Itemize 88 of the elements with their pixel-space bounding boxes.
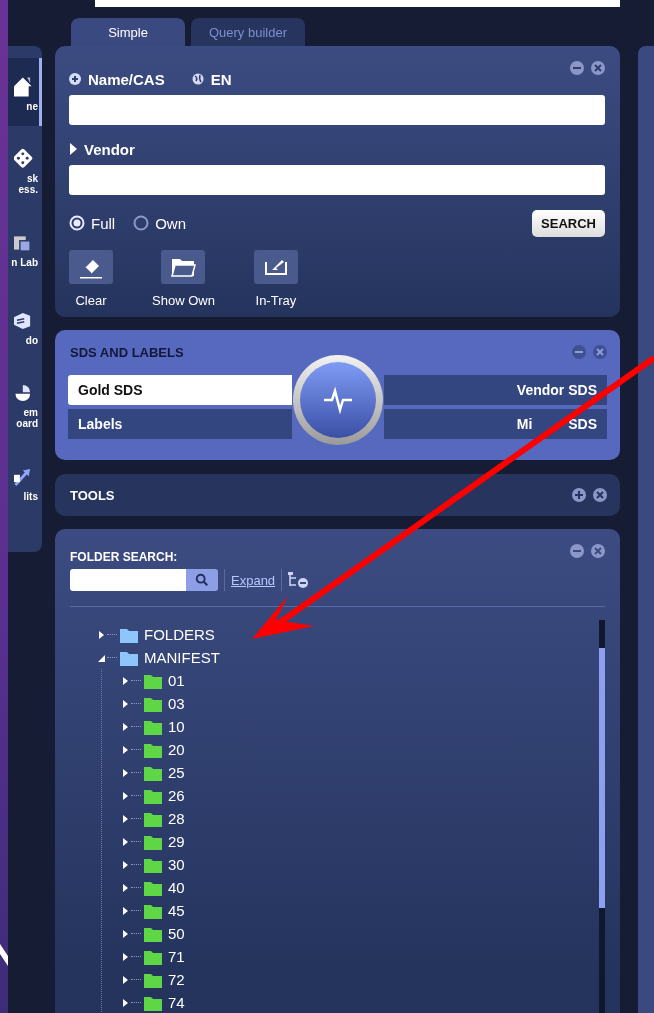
scrollbar-thumb[interactable] (599, 648, 605, 908)
expand-arrow-icon[interactable] (122, 905, 130, 916)
sidebar-item[interactable]: n Lab (8, 214, 42, 282)
tree-item[interactable]: 45 (168, 902, 185, 919)
vendor-input-field[interactable] (69, 165, 605, 195)
sidebar-label: sk ess. (18, 173, 38, 195)
name-input-field[interactable] (69, 95, 605, 125)
tree-item[interactable]: 25 (168, 764, 185, 781)
sds-option[interactable]: Gold SDS (68, 375, 292, 405)
sidebar-label: ne (26, 100, 38, 112)
expand-arrow-icon[interactable] (122, 744, 130, 755)
plus-icon[interactable] (69, 73, 81, 85)
search-button[interactable] (186, 569, 218, 591)
tree-item[interactable]: 10 (168, 718, 185, 735)
radio-option[interactable]: Full (69, 214, 116, 232)
tree-item[interactable]: 50 (168, 925, 185, 942)
tree-item[interactable]: 71 (168, 948, 185, 965)
expand-arrow-icon[interactable] (122, 882, 130, 893)
tree-item[interactable]: 74 (168, 994, 185, 1011)
panel-title: TOOLS (70, 487, 115, 503)
tree-item[interactable]: 26 (168, 787, 185, 804)
sds-option[interactable]: Labels (68, 409, 292, 439)
collapse-tree-icon[interactable] (288, 572, 311, 588)
scrollbar[interactable] (599, 620, 605, 1013)
sidebar-item[interactable]: ne (8, 58, 42, 126)
globe-icon[interactable] (191, 73, 204, 85)
expand-arrow-icon[interactable] (122, 767, 130, 778)
tree-item[interactable]: 01 (168, 672, 185, 689)
tree-item[interactable]: 30 (168, 856, 185, 873)
sidebar-label: lits (23, 490, 38, 502)
tab[interactable]: Simple (71, 18, 185, 46)
expand-arrow-icon[interactable] (122, 997, 130, 1008)
folder-search-field[interactable] (70, 569, 186, 591)
minimize-icon[interactable] (570, 544, 584, 558)
sidebar-item[interactable]: do (8, 292, 42, 360)
field-label: Name/CAS (88, 70, 165, 88)
eraser-icon[interactable] (69, 250, 113, 284)
sds-option[interactable]: Vendor SDS (384, 375, 607, 405)
sidebar-label: do (25, 334, 38, 346)
sidebar-label: em oard (16, 407, 38, 429)
radio-option[interactable]: Own (133, 214, 186, 232)
close-icon[interactable] (591, 61, 605, 75)
expand-arrow-icon[interactable] (122, 721, 130, 732)
tree-item[interactable]: 72 (168, 971, 185, 988)
sidebar-item[interactable]: lits (8, 448, 42, 516)
minimize-icon[interactable] (572, 345, 586, 359)
tree-item[interactable]: FOLDERS (144, 626, 215, 643)
tree-item[interactable]: 03 (168, 695, 185, 712)
expand-arrow-icon[interactable] (122, 675, 130, 686)
action-label[interactable]: Clear (75, 293, 107, 308)
search-icon (195, 573, 209, 587)
expand-arrow-icon[interactable] (122, 974, 130, 985)
panel-title: SDS AND LABELS (70, 344, 184, 360)
expand-arrow-icon[interactable] (69, 143, 77, 155)
sidebar-label: n Lab (11, 256, 38, 268)
sidebar-item[interactable]: sk ess. (8, 136, 42, 204)
tab[interactable]: Query builder (191, 18, 305, 46)
tree-item[interactable]: 29 (168, 833, 185, 850)
tree-item[interactable]: 40 (168, 879, 185, 896)
tree-item[interactable]: 28 (168, 810, 185, 827)
close-icon[interactable] (593, 488, 607, 502)
close-icon[interactable] (593, 345, 607, 359)
minimize-icon[interactable] (570, 61, 584, 75)
expand-arrow-icon[interactable] (98, 629, 106, 640)
tray-icon[interactable] (253, 250, 298, 284)
expand-arrow-icon[interactable] (122, 813, 130, 824)
expand-arrow-icon[interactable] (122, 698, 130, 709)
action-label[interactable]: In-Tray (255, 293, 297, 308)
pulse-button-icon[interactable] (292, 354, 384, 446)
tree-item[interactable]: 20 (168, 741, 185, 758)
panel-title: FOLDER SEARCH: (70, 550, 178, 564)
radio-icon[interactable] (133, 215, 150, 231)
close-icon[interactable] (591, 544, 605, 558)
expand-arrow-icon[interactable] (122, 951, 130, 962)
expand-arrow-icon[interactable] (122, 859, 130, 870)
search-button[interactable]: SEARCH (532, 209, 605, 237)
expand-arrow-icon[interactable] (122, 790, 130, 801)
expand-arrow-icon[interactable] (122, 836, 130, 847)
sds-option[interactable]: Mi SDS (384, 409, 607, 439)
plus-icon[interactable] (572, 488, 586, 502)
expand-link[interactable]: Expand (231, 572, 276, 588)
action-label[interactable]: Show Own (152, 293, 215, 308)
expand-arrow-icon[interactable] (122, 928, 130, 939)
tree-item[interactable]: MANIFEST (144, 649, 220, 666)
field-label: Vendor (84, 140, 135, 158)
language-label[interactable]: EN (210, 70, 232, 88)
folder-icon[interactable] (161, 250, 206, 284)
sidebar-item[interactable]: em oard (8, 370, 42, 438)
